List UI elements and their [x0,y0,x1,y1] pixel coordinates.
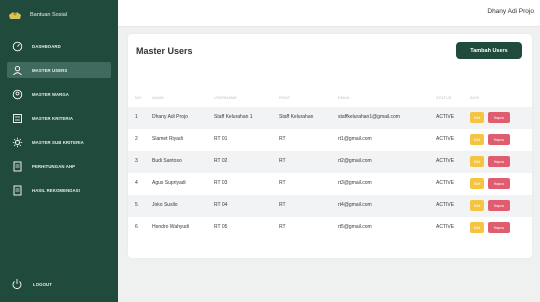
logout-button[interactable]: LOGOUT [11,278,52,290]
cell-nama: Hendro Wahyudi [152,224,190,230]
sidebar-item-hasil-rekomendasi[interactable]: HASIL REKOMENDASI [7,182,111,198]
sidebar-item-label: MASTER WARGA [32,91,70,97]
sidebar-item-label: MASTER SUB KRITERIA [32,139,84,145]
cell-nama: Budi Santoso [152,158,182,164]
cell-status: ACTIVE [436,114,455,120]
sidebar-item-label: DASHBOARD [32,43,61,49]
cell-status: ACTIVE [436,158,455,164]
add-user-button[interactable]: Tambah Users [456,42,522,59]
delete-button[interactable]: Hapus [488,200,510,211]
edit-button[interactable]: Edit [470,222,484,233]
sidebar-item-label: HASIL REKOMENDASI [32,187,80,193]
page-title: Master Users [136,46,193,56]
cell-username: RT 04 [214,202,228,208]
brand-name: Bantuan Sosial [30,12,67,18]
delete-button[interactable]: Hapus [488,156,510,167]
sidebar-item-perhitungan-ahp[interactable]: PERHITUNGAN AHP [7,158,111,174]
user-icon [11,64,23,76]
table-row: 6 Hendro Wahyudi RT 05 RT rt5@gmail.com … [128,217,532,239]
cell-no: 6 [135,224,138,230]
cell-username: Staff Kelurahan 1 [214,114,253,120]
cell-email: rt1@gmail.com [338,136,372,142]
logout-label: LOGOUT [33,281,52,287]
cell-no: 3 [135,158,138,164]
power-icon [11,278,23,290]
table-row: 2 Slamet Riyadi RT 01 RT rt1@gmail.com A… [128,129,532,151]
sidebar: Bantuan Sosial DASHBOARD MASTER USERS MA… [0,0,118,302]
cell-status: ACTIVE [436,224,455,230]
cell-no: 1 [135,114,138,120]
cell-no: 2 [135,136,138,142]
warga-icon [11,88,23,100]
cell-email: rt4@gmail.com [338,202,372,208]
delete-button[interactable]: Hapus [488,178,510,189]
sidebar-item-label: MASTER KRITERIA [32,115,74,121]
cell-nama: Agus Supriyadi [152,180,186,186]
cell-nama: Joko Susilo [152,202,178,208]
sidebar-item-dashboard[interactable]: DASHBOARD [7,38,111,54]
edit-button[interactable]: Edit [470,178,484,189]
table-row: 5 Joko Susilo RT 04 RT rt4@gmail.com ACT… [128,195,532,217]
cell-email: staffkelurahan1@gmail.com [338,114,400,120]
edit-button[interactable]: Edit [470,134,484,145]
table-header: NO NAMA USERNAME ROLE EMAIL STATUS AKSI [128,93,532,105]
user-menu[interactable]: Dhany Adi Projo [487,8,534,15]
delete-button[interactable]: Hapus [488,112,510,123]
column-header: AKSI [470,96,480,100]
cell-email: rt5@gmail.com [338,224,372,230]
delete-button[interactable]: Hapus [488,134,510,145]
cell-nama: Slamet Riyadi [152,136,183,142]
cell-username: RT 05 [214,224,228,230]
column-header: NAMA [152,96,164,100]
column-header: ROLE [279,96,291,100]
column-header: NO [135,96,142,100]
kriteria-icon [11,112,23,124]
sidebar-item-master-warga[interactable]: MASTER WARGA [7,86,111,102]
cell-role: RT [279,180,286,186]
dashboard-icon [11,40,23,52]
cell-role: Staff Kelurahan [279,114,314,120]
cell-username: RT 03 [214,180,228,186]
sidebar-item-master-kriteria[interactable]: MASTER KRITERIA [7,110,111,126]
edit-button[interactable]: Edit [470,112,484,123]
document-icon [11,160,23,172]
top-bar: Dhany Adi Projo [118,0,540,27]
sidebar-item-label: MASTER USERS [32,67,68,73]
table-row: 3 Budi Santoso RT 02 RT rt2@gmail.com AC… [128,151,532,173]
cell-role: RT [279,202,286,208]
sub-kriteria-icon [11,136,23,148]
cell-username: RT 02 [214,158,228,164]
cell-username: RT 01 [214,136,228,142]
edit-button[interactable]: Edit [470,200,484,211]
column-header: EMAIL [338,96,351,100]
column-header: STATUS [436,96,452,100]
cell-role: RT [279,158,286,164]
delete-button[interactable]: Hapus [488,222,510,233]
logo-icon [9,12,21,19]
users-card: Master Users Tambah Users NO NAMA USERNA… [128,34,532,258]
column-header: USERNAME [214,96,238,100]
cell-status: ACTIVE [436,202,455,208]
cell-status: ACTIVE [436,180,455,186]
cell-nama: Dhany Adi Projo [152,114,188,120]
cell-no: 5 [135,202,138,208]
cell-role: RT [279,136,286,142]
edit-button[interactable]: Edit [470,156,484,167]
cell-role: RT [279,224,286,230]
cell-no: 4 [135,180,138,186]
table-row: 4 Agus Supriyadi RT 03 RT rt3@gmail.com … [128,173,532,195]
brand[interactable]: Bantuan Sosial [8,7,67,23]
cell-email: rt3@gmail.com [338,180,372,186]
sidebar-item-label: PERHITUNGAN AHP [32,163,76,169]
cell-email: rt2@gmail.com [338,158,372,164]
sidebar-item-master-users[interactable]: MASTER USERS [7,62,111,78]
document-icon [11,184,23,196]
cell-status: ACTIVE [436,136,455,142]
table-row: 1 Dhany Adi Projo Staff Kelurahan 1 Staf… [128,107,532,129]
sidebar-item-master-sub-kriteria[interactable]: MASTER SUB KRITERIA [7,134,111,150]
